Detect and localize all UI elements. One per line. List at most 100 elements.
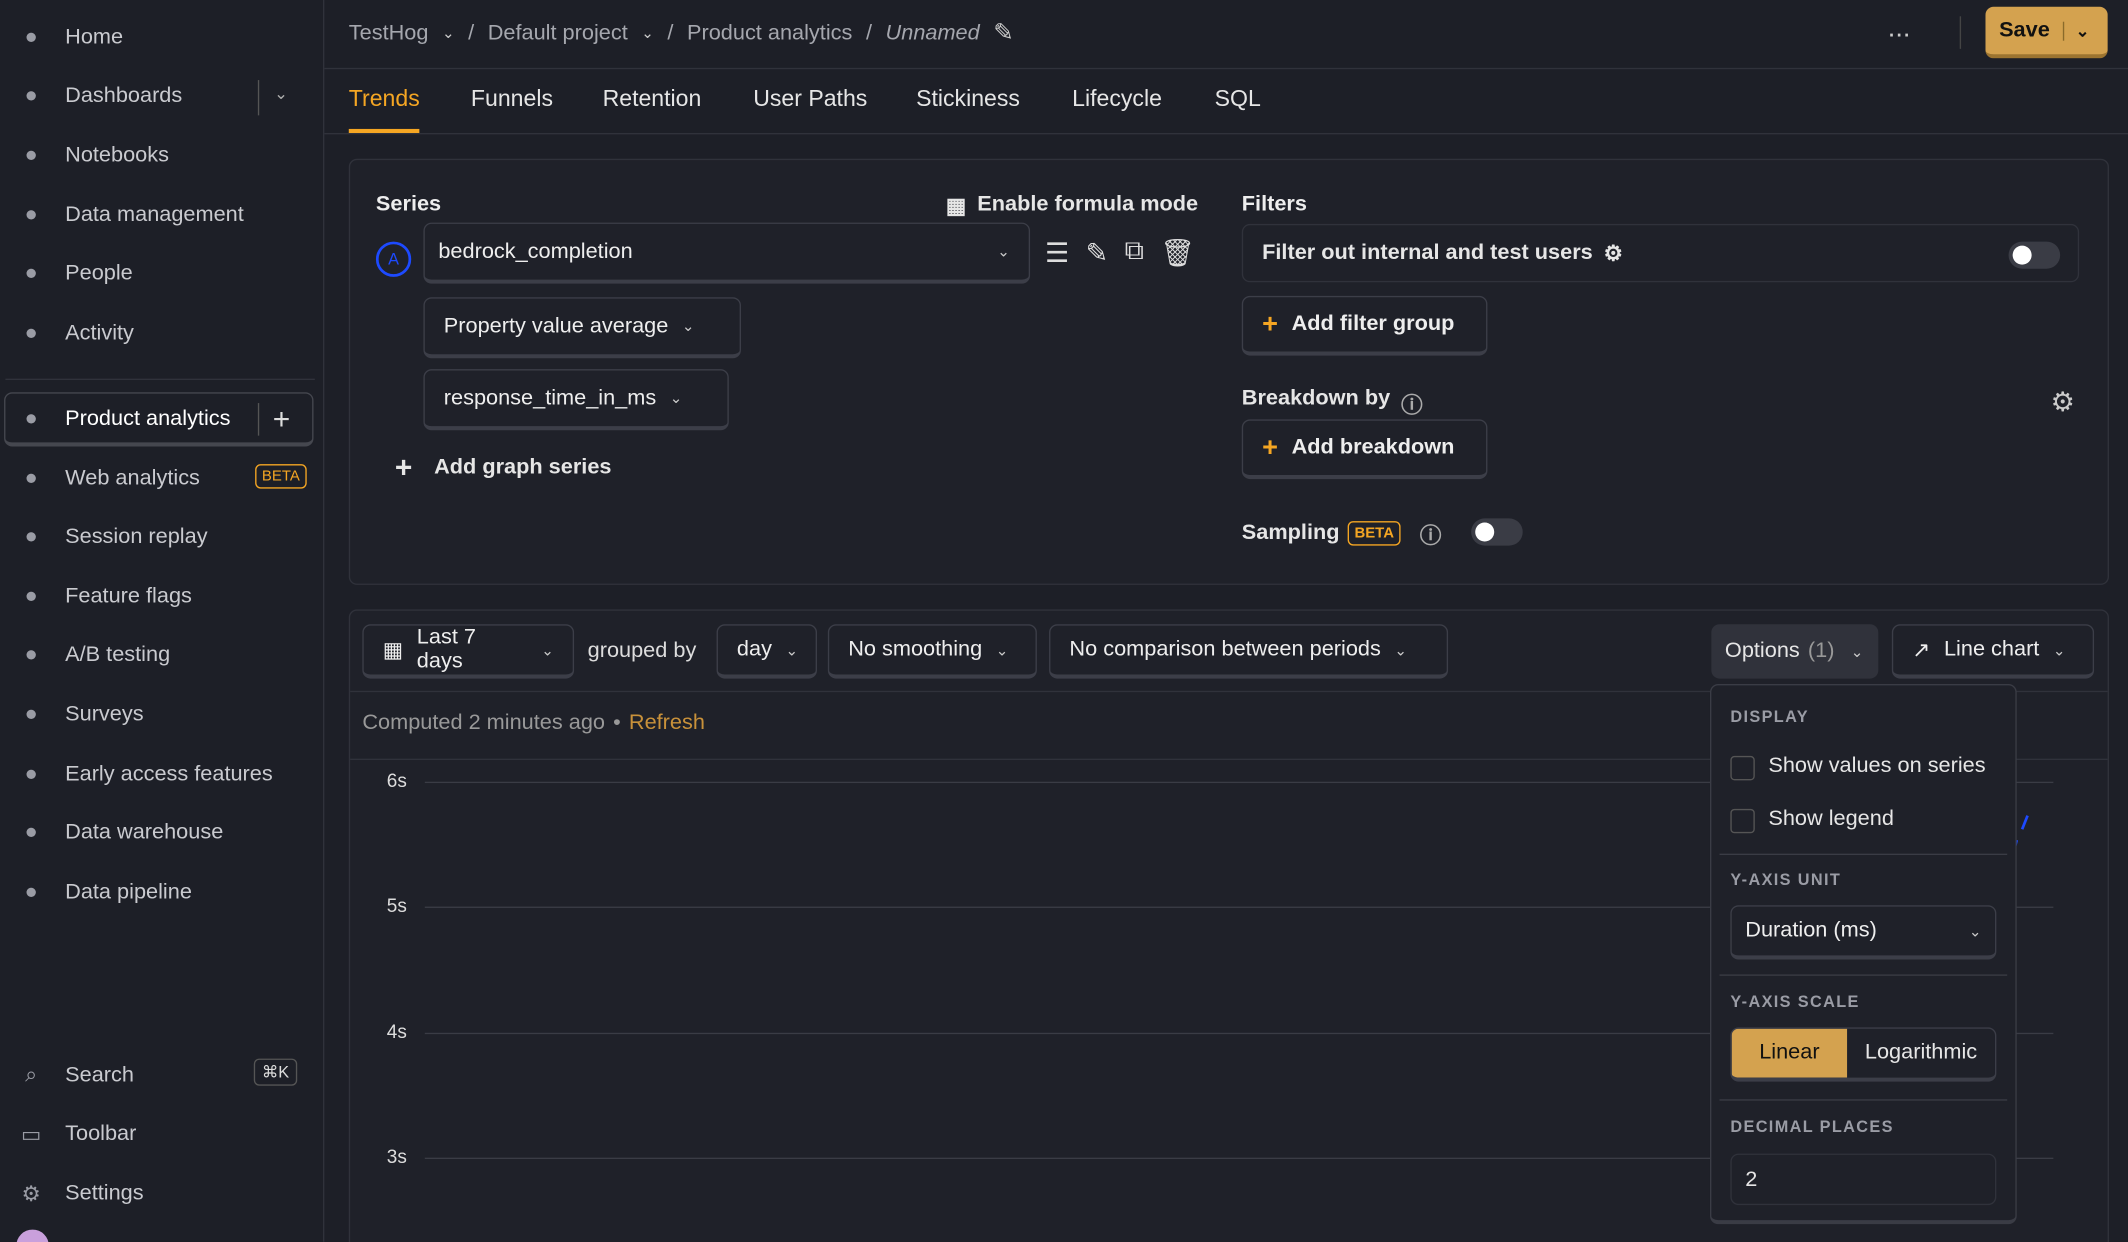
tab-bar: Trends Funnels Retention User Paths Stic… [324,67,2128,135]
new-insight-plus-icon[interactable]: + [273,402,290,437]
survey-icon: ● [24,702,38,727]
avatar[interactable] [16,1229,49,1242]
filter-icon[interactable]: ☰ [1045,236,1069,270]
display-heading: DISPLAY [1730,707,1809,727]
breadcrumb-org[interactable]: TestHog [349,21,429,45]
add-filter-group-button[interactable]: + Add filter group [1241,295,1488,356]
logarithmic-option[interactable]: Logarithmic [1847,1029,1995,1078]
sidebar-item-feature-flags[interactable]: ● Feature flags [14,573,192,622]
gear-icon[interactable]: ⚙ [2051,385,2075,419]
breakdown-title: Breakdown by ⓘ [1241,386,1423,420]
show-values-label[interactable]: Show values on series [1768,755,1985,779]
replay-icon: ● [24,525,38,549]
notebook-icon: ● [24,143,38,167]
sidebar-item-a-b-testing[interactable]: ● A/B testing [14,631,171,680]
sampling-row: Sampling BETA ⓘ [1242,517,1442,550]
tab-funnels[interactable]: Funnels [471,85,553,112]
dashboards-chevron-icon[interactable]: ⌄ [274,84,288,103]
gear-icon: ⚙ [21,1183,41,1207]
internal-users-toggle[interactable] [2008,241,2061,269]
interval-select[interactable]: day ⌄ [716,624,817,679]
smoothing-select[interactable]: No smoothing ⌄ [827,624,1037,679]
sidebar-item-search[interactable]: ⌕ Search [14,1052,134,1101]
tab-retention[interactable]: Retention [603,85,702,112]
save-button[interactable]: Save ⌄ [1985,6,2108,59]
series-line-segment [2020,815,2029,830]
add-breakdown-button[interactable]: + Add breakdown [1241,419,1488,480]
sidebar-item-toolbar[interactable]: ▭ Toolbar [14,1110,137,1159]
save-chevron-icon[interactable]: ⌄ [2063,21,2100,41]
database-icon: ● [24,203,38,227]
decimal-places-heading: DECIMAL PLACES [1730,1116,1894,1136]
sidebar-item-web-analytics[interactable]: ● Web analytics [14,455,200,504]
sidebar-item-activity[interactable]: ● Activity [14,309,134,358]
flask-icon: ● [24,643,38,667]
sidebar-item-people[interactable]: ● People [14,250,133,299]
calculator-icon: ▦ [945,195,967,219]
beta-badge: BETA [1347,521,1401,546]
tab-stickiness[interactable]: Stickiness [916,85,1020,112]
date-range-select[interactable]: ▦ Last 7 days ⌄ [362,624,575,679]
tab-lifecycle[interactable]: Lifecycle [1072,85,1162,112]
sidebar-item-settings[interactable]: ⚙ Settings [14,1170,144,1219]
gear-icon[interactable]: ⚙ [1604,240,1623,267]
options-popup: DISPLAY Show values on series Show legen… [1709,683,2017,1225]
decimal-places-input[interactable]: 2 [1730,1153,1997,1206]
aggregation-select[interactable]: Property value average ⌄ [423,297,741,359]
plus-icon: + [1262,308,1279,339]
options-button[interactable]: Options (1) ⌄ [1711,624,1879,679]
dashboard-icon: ● [24,84,38,108]
y-axis-unit-select[interactable]: Duration (ms) ⌄ [1730,905,1997,960]
rename-pencil-icon[interactable]: ✎ [1086,236,1109,270]
plus-icon: + [1262,432,1279,463]
refresh-link[interactable]: Refresh [629,711,705,735]
compare-select[interactable]: No comparison between periods ⌄ [1049,624,1449,679]
series-letter-badge: A [375,241,412,277]
show-legend-label[interactable]: Show legend [1768,807,1894,831]
property-select[interactable]: response_time_in_ms ⌄ [423,369,729,431]
sampling-toggle[interactable] [1471,518,1523,546]
series-title: Series [375,192,442,216]
insight-name[interactable]: Unnamed [886,21,980,45]
chart-type-select[interactable]: ↗ Line chart ⌄ [1891,624,2095,679]
event-select[interactable]: bedrock_completion ⌄ [423,222,1031,284]
show-values-checkbox[interactable] [1730,755,1755,781]
linear-option[interactable]: Linear [1731,1028,1848,1078]
tab-user-paths[interactable]: User Paths [753,85,867,112]
toolbar-icon: ▭ [20,1123,42,1147]
home-icon: ● [24,25,38,49]
more-icon[interactable]: ... [1888,14,1911,45]
sidebar: ● Home ● Dashboards ● Notebooks ● Data manageme… [0,0,325,1242]
info-icon[interactable]: ⓘ [1420,517,1442,550]
info-icon[interactable]: ⓘ [1401,387,1423,420]
breadcrumb-section[interactable]: Product analytics [687,21,852,45]
pencil-icon[interactable]: ✎ [993,19,1013,47]
toggle-icon: ● [24,584,38,608]
main: TestHog ⌄ / Default project ⌄ / Product anal… [324,0,2128,1242]
beta-badge: BETA [255,464,307,489]
line-chart-icon: ↗ [1912,639,1931,663]
add-graph-series-button[interactable]: + Add graph series [395,451,612,486]
sidebar-item-data-warehouse[interactable]: ● Data warehouse [14,809,224,858]
sidebar-item-session-replay[interactable]: ● Session replay [14,513,208,562]
sidebar-item-dashboards[interactable]: ● Dashboards [14,72,183,121]
active-nav-highlight [4,392,314,447]
breadcrumb-project[interactable]: Default project [488,21,628,45]
duplicate-icon[interactable]: ⧉ [1125,236,1144,270]
sidebar-item-surveys[interactable]: ● Surveys [14,691,144,740]
tab-trends[interactable]: Trends [349,85,420,112]
y-axis-scale-toggle: Linear Logarithmic [1730,1027,1997,1082]
trash-icon[interactable]: 🗑 [1160,236,1194,270]
y-axis-scale-heading: Y-AXIS SCALE [1730,992,1860,1012]
internal-users-filter: Filter out internal and test users ⚙ [1241,223,2080,283]
people-icon: ● [24,261,38,285]
sidebar-item-data-pipeline[interactable]: ● Data pipeline [14,869,192,918]
search-icon: ⌕ [25,1063,38,1088]
sidebar-item-early-access-features[interactable]: ● Early access features [14,750,273,799]
formula-mode-button[interactable]: ▦ Enable formula mode [946,193,1198,220]
show-legend-checkbox[interactable] [1730,808,1755,834]
sidebar-item-data-management[interactable]: ● Data management [14,191,244,240]
tab-sql[interactable]: SQL [1215,85,1261,112]
sidebar-item-home[interactable]: ● Home [14,14,123,63]
sidebar-item-notebooks[interactable]: ● Notebooks [14,132,169,181]
